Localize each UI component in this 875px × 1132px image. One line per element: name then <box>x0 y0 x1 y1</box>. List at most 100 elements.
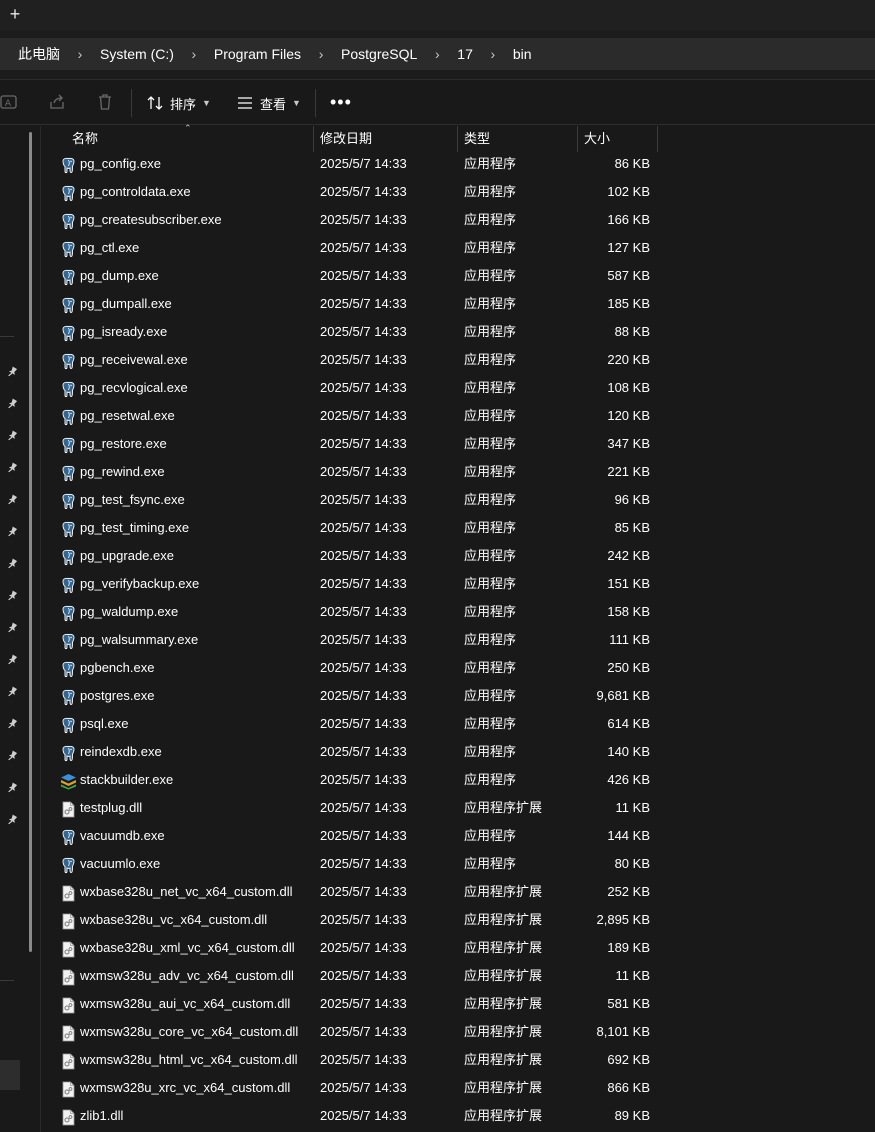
file-row[interactable]: pg_test_timing.exe 2025/5/7 14:33 应用程序 85 K… <box>41 516 875 544</box>
column-header-name[interactable]: 名称 <box>65 126 315 152</box>
pin-icon[interactable] <box>6 494 18 506</box>
file-name[interactable]: testplug.dll <box>80 796 142 820</box>
file-name[interactable]: zlib1.dll <box>80 1104 123 1128</box>
file-name[interactable]: postgres.exe <box>80 684 154 708</box>
file-name[interactable]: wxmsw328u_core_vc_x64_custom.dll <box>80 1020 298 1044</box>
share-icon[interactable] <box>48 93 66 111</box>
file-name[interactable]: pg_ctl.exe <box>80 236 139 260</box>
file-row[interactable]: pg_restore.exe 2025/5/7 14:33 应用程序 347 KB <box>41 432 875 460</box>
file-row[interactable]: pg_dump.exe 2025/5/7 14:33 应用程序 587 KB <box>41 264 875 292</box>
file-name[interactable]: wxbase328u_net_vc_x64_custom.dll <box>80 880 292 904</box>
pin-icon[interactable] <box>6 686 18 698</box>
file-row[interactable]: zlib1.dll 2025/5/7 14:33 应用程序扩展 89 KB <box>41 1104 875 1132</box>
file-row[interactable]: pg_verifybackup.exe 2025/5/7 14:33 应用程序 151… <box>41 572 875 600</box>
file-name[interactable]: vacuumdb.exe <box>80 824 165 848</box>
breadcrumb-item-bin[interactable]: bin <box>513 46 532 62</box>
column-header-date[interactable]: 修改日期 <box>313 126 457 152</box>
file-name[interactable]: stackbuilder.exe <box>80 768 173 792</box>
file-name[interactable]: wxbase328u_xml_vc_x64_custom.dll <box>80 936 295 960</box>
chevron-right-icon[interactable]: › <box>174 46 214 62</box>
file-row[interactable]: wxmsw328u_core_vc_x64_custom.dll 2025/5/7… <box>41 1020 875 1048</box>
file-row[interactable]: psql.exe 2025/5/7 14:33 应用程序 614 KB <box>41 712 875 740</box>
file-name[interactable]: pg_controldata.exe <box>80 180 191 204</box>
file-name[interactable]: pg_resetwal.exe <box>80 404 175 428</box>
pin-icon[interactable] <box>6 782 18 794</box>
file-row[interactable]: pg_createsubscriber.exe 2025/5/7 14:33 应用程… <box>41 208 875 236</box>
view-button[interactable]: 查看 ▼ <box>236 92 301 114</box>
chevron-right-icon[interactable]: › <box>301 46 341 62</box>
pin-icon[interactable] <box>6 526 18 538</box>
sort-button[interactable]: 排序 ▼ <box>146 92 211 114</box>
file-name[interactable]: pg_recvlogical.exe <box>80 376 188 400</box>
file-name[interactable]: wxmsw328u_aui_vc_x64_custom.dll <box>80 992 290 1016</box>
file-row[interactable]: pg_ctl.exe 2025/5/7 14:33 应用程序 127 KB <box>41 236 875 264</box>
file-row[interactable]: pg_receivewal.exe 2025/5/7 14:33 应用程序 220 K… <box>41 348 875 376</box>
file-row[interactable]: wxmsw328u_html_vc_x64_custom.dll 2025/5/7… <box>41 1048 875 1076</box>
nav-scrollbar[interactable] <box>29 132 32 952</box>
file-row[interactable]: postgres.exe 2025/5/7 14:33 应用程序 9,681 KB <box>41 684 875 712</box>
delete-icon[interactable] <box>96 93 114 111</box>
pin-icon[interactable] <box>6 430 18 442</box>
file-row[interactable]: wxmsw328u_aui_vc_x64_custom.dll 2025/5/7 … <box>41 992 875 1020</box>
pin-icon[interactable] <box>6 398 18 410</box>
breadcrumb-item-system-c[interactable]: System (C:) <box>100 46 174 62</box>
file-row[interactable]: pg_isready.exe 2025/5/7 14:33 应用程序 88 KB <box>41 320 875 348</box>
file-name[interactable]: pg_waldump.exe <box>80 600 178 624</box>
file-row[interactable]: pg_resetwal.exe 2025/5/7 14:33 应用程序 120 KB <box>41 404 875 432</box>
file-row[interactable]: pg_controldata.exe 2025/5/7 14:33 应用程序 102 … <box>41 180 875 208</box>
file-row[interactable]: stackbuilder.exe 2025/5/7 14:33 应用程序 426 KB <box>41 768 875 796</box>
file-name[interactable]: wxmsw328u_html_vc_x64_custom.dll <box>80 1048 297 1072</box>
pin-icon[interactable] <box>6 718 18 730</box>
file-row[interactable]: reindexdb.exe 2025/5/7 14:33 应用程序 140 KB <box>41 740 875 768</box>
file-row[interactable]: pg_waldump.exe 2025/5/7 14:33 应用程序 158 KB <box>41 600 875 628</box>
file-row[interactable]: vacuumlo.exe 2025/5/7 14:33 应用程序 80 KB <box>41 852 875 880</box>
file-name[interactable]: pg_dump.exe <box>80 264 159 288</box>
file-row[interactable]: pg_rewind.exe 2025/5/7 14:33 应用程序 221 KB <box>41 460 875 488</box>
pin-icon[interactable] <box>6 366 18 378</box>
nav-selected-item[interactable] <box>0 1060 20 1090</box>
file-name[interactable]: wxmsw328u_adv_vc_x64_custom.dll <box>80 964 294 988</box>
file-name[interactable]: psql.exe <box>80 712 128 736</box>
file-name[interactable]: pg_walsummary.exe <box>80 628 198 652</box>
file-name[interactable]: pg_receivewal.exe <box>80 348 188 372</box>
chevron-right-icon[interactable]: › <box>60 46 100 62</box>
file-row[interactable]: wxbase328u_vc_x64_custom.dll 2025/5/7 14:… <box>41 908 875 936</box>
breadcrumb-item-program-files[interactable]: Program Files <box>214 46 301 62</box>
chevron-right-icon[interactable]: › <box>473 46 513 62</box>
more-options-button[interactable]: ••• <box>330 93 352 111</box>
pin-icon[interactable] <box>6 654 18 666</box>
file-name[interactable]: pg_test_fsync.exe <box>80 488 185 512</box>
column-resize-handle[interactable] <box>657 126 658 152</box>
file-name[interactable]: pg_createsubscriber.exe <box>80 208 222 232</box>
file-name[interactable]: vacuumlo.exe <box>80 852 160 876</box>
file-name[interactable]: pg_dumpall.exe <box>80 292 172 316</box>
file-name[interactable]: pg_restore.exe <box>80 432 167 456</box>
breadcrumb-item-postgresql[interactable]: PostgreSQL <box>341 46 417 62</box>
file-row[interactable]: wxbase328u_net_vc_x64_custom.dll 2025/5/7… <box>41 880 875 908</box>
breadcrumb[interactable]: 此电脑 › System (C:) › Program Files › Post… <box>0 38 875 70</box>
rename-icon[interactable]: A <box>0 93 18 111</box>
pin-icon[interactable] <box>6 558 18 570</box>
file-name[interactable]: pg_test_timing.exe <box>80 516 189 540</box>
pin-icon[interactable] <box>6 750 18 762</box>
file-name[interactable]: pg_isready.exe <box>80 320 167 344</box>
file-row[interactable]: pgbench.exe 2025/5/7 14:33 应用程序 250 KB <box>41 656 875 684</box>
file-row[interactable]: wxbase328u_xml_vc_x64_custom.dll 2025/5/7… <box>41 936 875 964</box>
file-name[interactable]: wxmsw328u_xrc_vc_x64_custom.dll <box>80 1076 290 1100</box>
file-name[interactable]: pg_config.exe <box>80 152 161 176</box>
pin-icon[interactable] <box>6 814 18 826</box>
file-row[interactable]: testplug.dll 2025/5/7 14:33 应用程序扩展 11 KB <box>41 796 875 824</box>
new-tab-button[interactable]: + <box>6 3 24 25</box>
chevron-right-icon[interactable]: › <box>417 46 457 62</box>
column-header-size[interactable]: 大小 <box>577 126 657 152</box>
breadcrumb-item-this-pc[interactable]: 此电脑 <box>18 44 60 64</box>
column-header-type[interactable]: 类型 <box>457 126 577 152</box>
file-row[interactable]: vacuumdb.exe 2025/5/7 14:33 应用程序 144 KB <box>41 824 875 852</box>
file-row[interactable]: pg_walsummary.exe 2025/5/7 14:33 应用程序 111 K… <box>41 628 875 656</box>
file-row[interactable]: pg_recvlogical.exe 2025/5/7 14:33 应用程序 108 … <box>41 376 875 404</box>
file-row[interactable]: wxmsw328u_adv_vc_x64_custom.dll 2025/5/7 … <box>41 964 875 992</box>
file-name[interactable]: pg_verifybackup.exe <box>80 572 199 596</box>
file-name[interactable]: pgbench.exe <box>80 656 154 680</box>
file-row[interactable]: pg_test_fsync.exe 2025/5/7 14:33 应用程序 96 KB <box>41 488 875 516</box>
breadcrumb-item-17[interactable]: 17 <box>457 46 473 62</box>
